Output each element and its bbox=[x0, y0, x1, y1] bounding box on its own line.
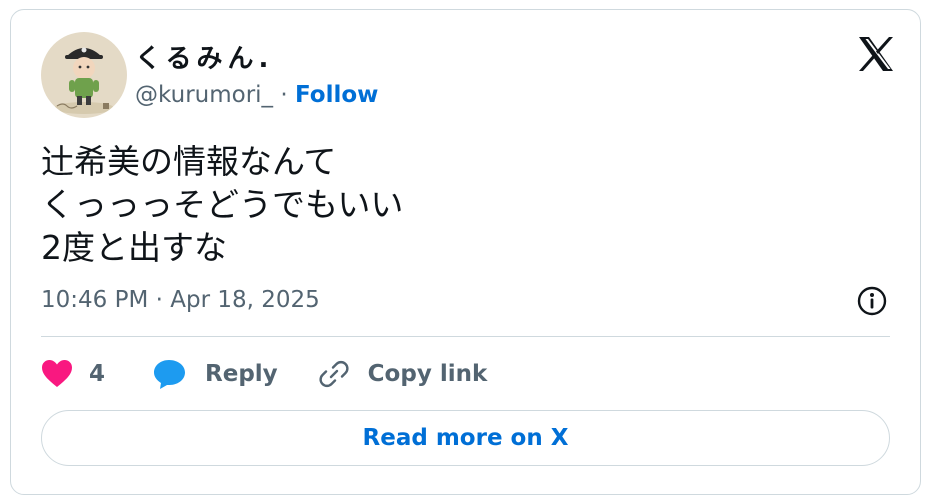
action-bar: 4 Reply Copy link bbox=[41, 354, 487, 394]
copy-link-button[interactable]: Copy link bbox=[318, 358, 488, 390]
copy-link-label: Copy link bbox=[367, 361, 488, 387]
tweet-embed-card: くるみん. @kurumori_ · Follow 辻希美の情報なんて くっっっ… bbox=[10, 9, 921, 495]
display-name[interactable]: くるみん. bbox=[135, 38, 273, 75]
divider bbox=[41, 336, 890, 337]
handle-separator: · bbox=[273, 82, 295, 108]
like-count: 4 bbox=[89, 361, 106, 387]
follow-link[interactable]: Follow bbox=[295, 82, 378, 108]
x-logo-icon[interactable] bbox=[856, 34, 896, 74]
info-icon[interactable] bbox=[856, 285, 888, 317]
tweet-text: 辻希美の情報なんて くっっっそどうでもいい 2度と出すな bbox=[41, 142, 404, 267]
handle[interactable]: @kurumori_ bbox=[135, 82, 273, 108]
reply-bubble-icon bbox=[154, 360, 186, 389]
reply-label: Reply bbox=[205, 361, 278, 387]
read-more-button[interactable]: Read more on X bbox=[41, 410, 890, 466]
heart-icon bbox=[42, 360, 72, 387]
link-icon bbox=[319, 360, 349, 388]
like-button[interactable]: 4 bbox=[41, 359, 105, 389]
tweet-timestamp[interactable]: 10:46 PM · Apr 18, 2025 bbox=[41, 287, 320, 313]
avatar[interactable] bbox=[41, 32, 127, 118]
handle-line: @kurumori_ · Follow bbox=[135, 82, 378, 108]
reply-button[interactable]: Reply bbox=[153, 358, 278, 390]
avatar-image bbox=[41, 32, 127, 118]
